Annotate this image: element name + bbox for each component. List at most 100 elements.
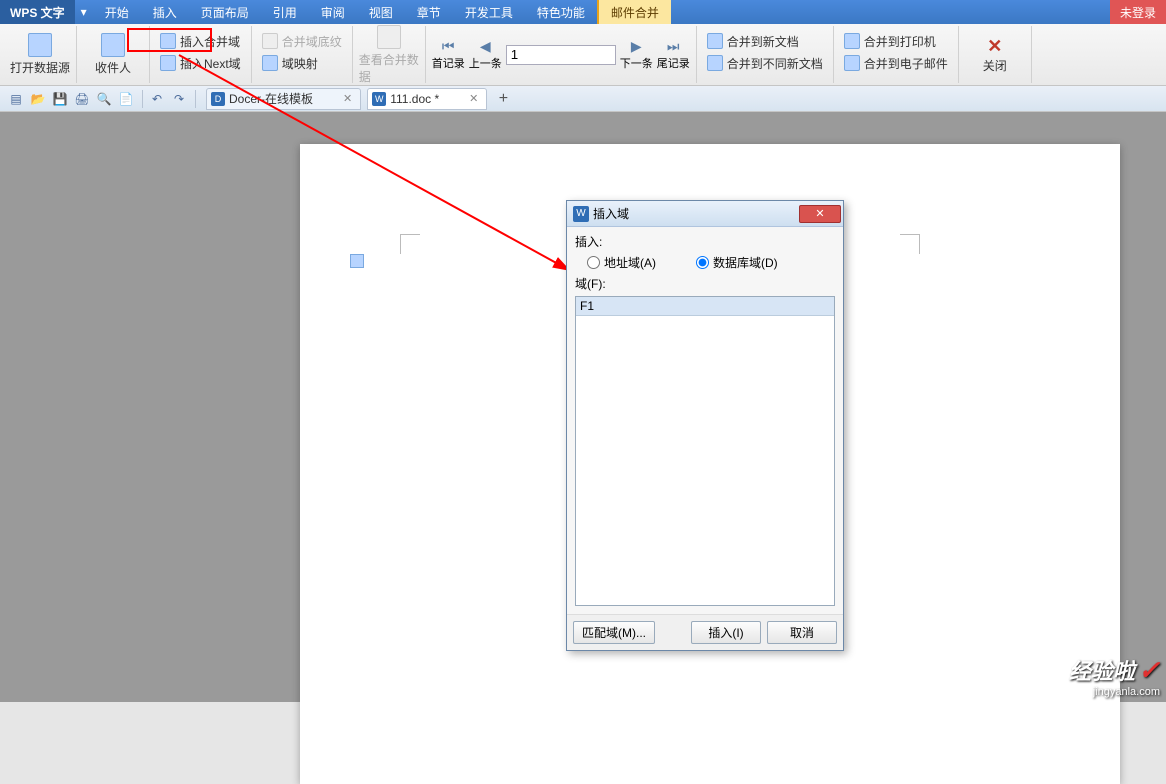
- merge-shading-button[interactable]: 合并域底纹: [258, 30, 346, 52]
- next-record-label: 下一条: [620, 55, 653, 71]
- watermark-title: 经验啦: [1069, 659, 1135, 684]
- close-x-icon: ✕: [987, 36, 1002, 57]
- insert-next-field-button[interactable]: 插入Next域: [156, 52, 245, 74]
- field-list-item[interactable]: F1: [576, 297, 834, 316]
- prev-record-button[interactable]: ◀: [475, 38, 495, 55]
- merge-to-printer-button[interactable]: 合并到打印机: [840, 30, 952, 52]
- insert-merge-field-label: 插入合并域: [180, 33, 240, 50]
- check-icon: ✓: [1138, 655, 1160, 685]
- menu-review[interactable]: 审阅: [309, 0, 357, 24]
- watermark-url: jingyanla.com: [1069, 686, 1160, 698]
- dialog-footer: 匹配域(M)... 插入(I) 取消: [567, 614, 843, 650]
- merge-to-new-doc-button[interactable]: 合并到新文档: [703, 30, 827, 52]
- paragraph-mark-icon: [350, 254, 364, 268]
- insert-section-label: 插入:: [575, 233, 602, 250]
- ribbon: 打开数据源 收件人 插入合并域 插入Next域 合并域底纹 域映射 查看合并: [0, 24, 1166, 86]
- insert-button[interactable]: 插入(I): [691, 621, 761, 644]
- dialog-app-icon: W: [573, 206, 589, 222]
- undo-button[interactable]: ↶: [147, 89, 167, 109]
- separator: [142, 90, 143, 108]
- domain-mapping-button[interactable]: 域映射: [258, 52, 346, 74]
- insert-next-field-label: 插入Next域: [180, 55, 241, 72]
- shading-icon: [262, 33, 278, 49]
- menu-bar: WPS 文字 ▾ 开始 插入 页面布局 引用 审阅 视图 章节 开发工具 特色功…: [0, 0, 1166, 24]
- tab-docer-template[interactable]: D Docer-在线模板 ✕: [206, 88, 361, 110]
- redo-button[interactable]: ↷: [169, 89, 189, 109]
- open-button[interactable]: 📂: [28, 89, 48, 109]
- tab-document-label: 111.doc *: [390, 92, 439, 106]
- dialog-close-button[interactable]: ✕: [799, 205, 841, 223]
- dialog-titlebar[interactable]: W 插入域 ✕: [567, 201, 843, 227]
- field-listbox[interactable]: F1: [575, 296, 835, 606]
- mapping-icon: [262, 55, 278, 71]
- menu-references[interactable]: 引用: [261, 0, 309, 24]
- margin-corner-tr: [900, 234, 920, 254]
- merge-new-doc-icon: [707, 33, 723, 49]
- datasource-icon: [28, 33, 52, 57]
- open-data-source-button[interactable]: 打开数据源: [10, 33, 70, 76]
- email-icon: [844, 55, 860, 71]
- menu-devtools[interactable]: 开发工具: [453, 0, 525, 24]
- merge-to-new-doc-label: 合并到新文档: [727, 33, 799, 50]
- recipients-icon: [101, 33, 125, 57]
- app-name-badge: WPS 文字: [0, 0, 75, 24]
- insert-merge-field-button[interactable]: 插入合并域: [156, 30, 245, 52]
- merge-diff-doc-icon: [707, 55, 723, 71]
- new-tab-button[interactable]: +: [493, 90, 513, 108]
- radio-database-field[interactable]: [696, 256, 709, 269]
- last-record-button[interactable]: ⏭: [663, 38, 683, 55]
- word-doc-icon: W: [372, 92, 386, 106]
- app-dropdown[interactable]: ▾: [75, 0, 93, 24]
- recipients-label: 收件人: [95, 59, 131, 76]
- merge-to-diff-doc-button[interactable]: 合并到不同新文档: [703, 52, 827, 74]
- tab-document[interactable]: W 111.doc * ✕: [367, 88, 487, 110]
- next-field-icon: [160, 55, 176, 71]
- prev-record-label: 上一条: [469, 55, 502, 71]
- first-record-button[interactable]: ⏮: [438, 38, 458, 55]
- view-merge-data-label: 查看合并数据: [359, 51, 419, 85]
- tab-close-icon[interactable]: ✕: [343, 92, 352, 105]
- tab-close-icon[interactable]: ✕: [469, 92, 478, 105]
- record-number-input[interactable]: [506, 45, 616, 65]
- last-record-label: 尾记录: [657, 55, 690, 71]
- radio-database-label: 数据库域(D): [713, 254, 778, 271]
- next-record-button[interactable]: ▶: [626, 38, 646, 55]
- open-data-source-label: 打开数据源: [10, 59, 70, 76]
- match-fields-button[interactable]: 匹配域(M)...: [573, 621, 655, 644]
- merge-to-printer-label: 合并到打印机: [864, 33, 936, 50]
- watermark: 经验啦 ✓ jingyanla.com: [1069, 654, 1160, 698]
- login-status[interactable]: 未登录: [1110, 0, 1166, 24]
- menu-view[interactable]: 视图: [357, 0, 405, 24]
- close-mailmerge-button[interactable]: ✕ 关闭: [965, 36, 1025, 74]
- view-merge-icon: [377, 25, 401, 49]
- new-doc-button[interactable]: ▤: [6, 89, 26, 109]
- recipients-button[interactable]: 收件人: [83, 33, 143, 76]
- cancel-button[interactable]: 取消: [767, 621, 837, 644]
- radio-address-label: 地址域(A): [604, 254, 656, 271]
- save-button[interactable]: 💾: [50, 89, 70, 109]
- radio-address-field[interactable]: [587, 256, 600, 269]
- view-merge-data-button[interactable]: 查看合并数据: [359, 25, 419, 85]
- merge-field-icon: [160, 33, 176, 49]
- close-label: 关闭: [983, 57, 1007, 74]
- docer-icon: D: [211, 92, 225, 106]
- menu-start[interactable]: 开始: [93, 0, 141, 24]
- merge-shading-label: 合并域底纹: [282, 33, 342, 50]
- quick-access-toolbar: ▤ 📂 💾 🖨 🔍 📄 ↶ ↷ D Docer-在线模板 ✕ W 111.doc…: [0, 86, 1166, 112]
- printer-icon: [844, 33, 860, 49]
- quick-print-button[interactable]: 📄: [116, 89, 136, 109]
- separator: [195, 90, 196, 108]
- menu-insert[interactable]: 插入: [141, 0, 189, 24]
- print-button[interactable]: 🖨: [72, 89, 92, 109]
- print-preview-button[interactable]: 🔍: [94, 89, 114, 109]
- menu-mail-merge[interactable]: 邮件合并: [597, 0, 671, 24]
- merge-to-email-label: 合并到电子邮件: [864, 55, 948, 72]
- merge-to-email-button[interactable]: 合并到电子邮件: [840, 52, 952, 74]
- first-record-label: 首记录: [432, 55, 465, 71]
- menu-chapter[interactable]: 章节: [405, 0, 453, 24]
- menu-page-layout[interactable]: 页面布局: [189, 0, 261, 24]
- domain-mapping-label: 域映射: [282, 55, 318, 72]
- menu-special[interactable]: 特色功能: [525, 0, 597, 24]
- insert-field-dialog: W 插入域 ✕ 插入: 地址域(A) 数据库域(D) 域(F): F1 匹配域(…: [566, 200, 844, 651]
- dialog-title-text: 插入域: [593, 205, 629, 222]
